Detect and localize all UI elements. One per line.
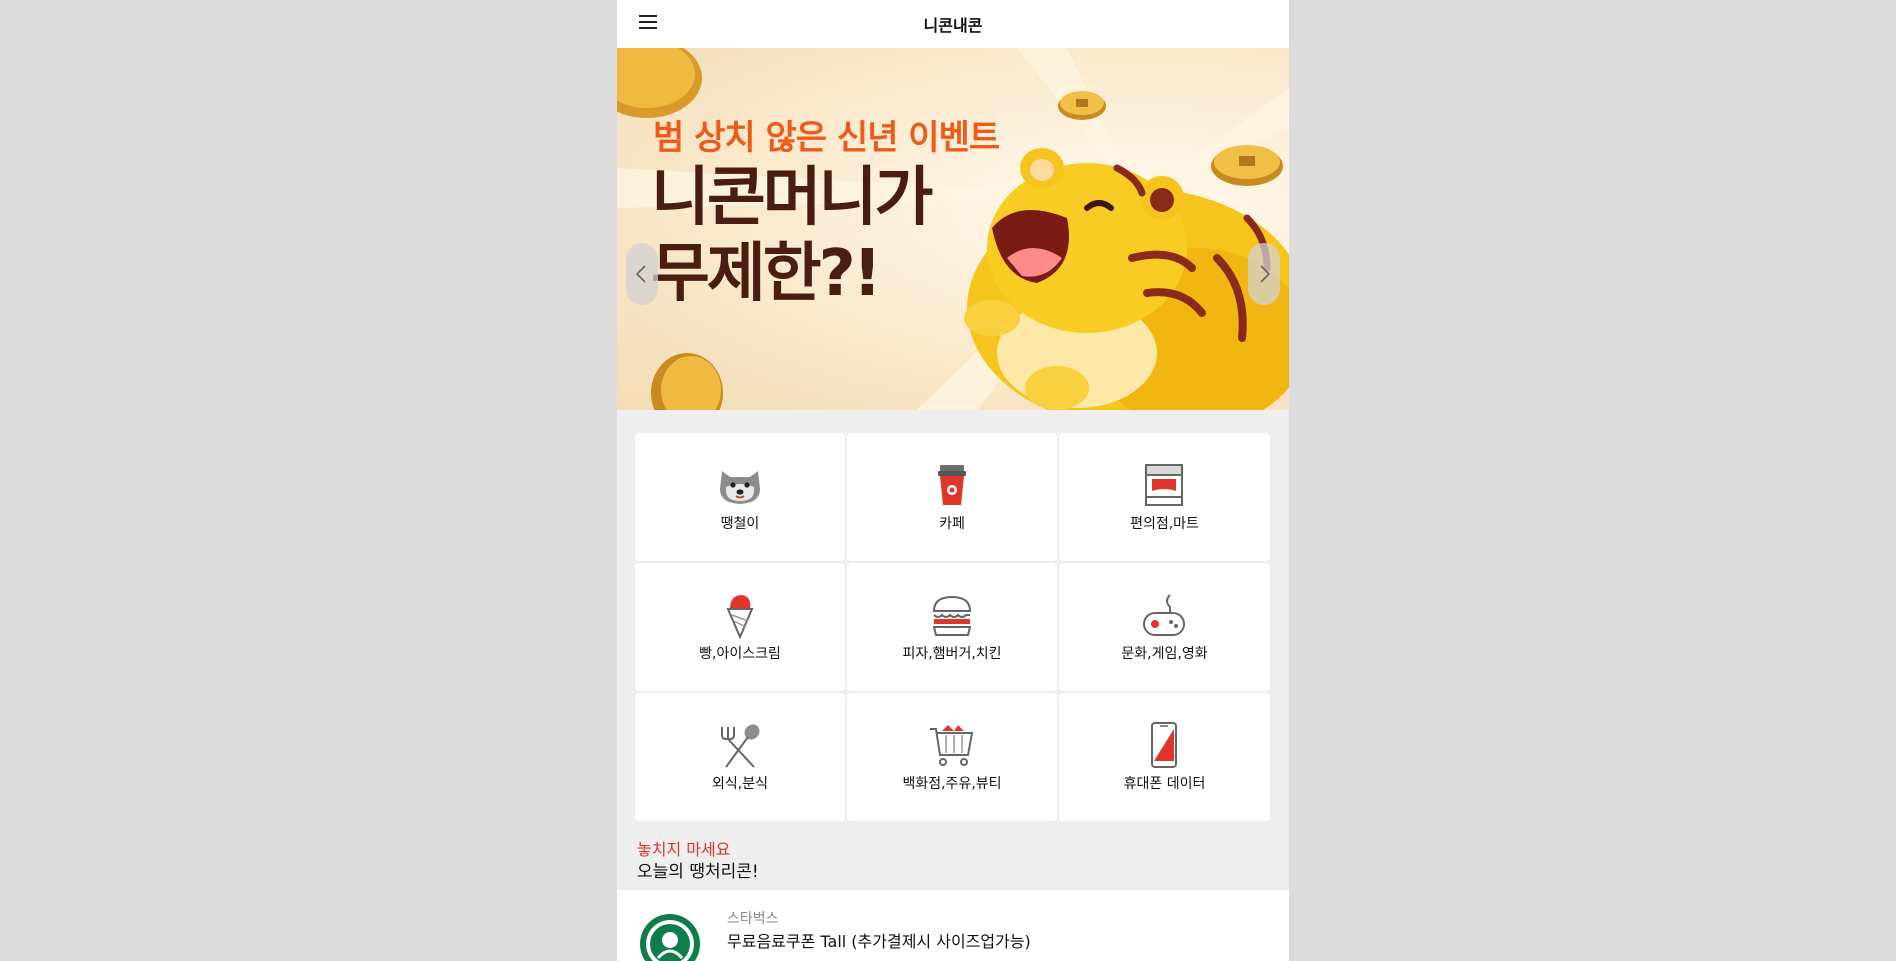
banner-headline-line1: 니콘머니가 bbox=[651, 161, 933, 235]
category-label: 문화,게임,영화 bbox=[1121, 646, 1208, 662]
ice-cream-icon bbox=[726, 595, 754, 639]
gamepad-icon bbox=[1143, 594, 1185, 636]
category-dining-snack[interactable]: 외식,분식 bbox=[635, 693, 845, 821]
chevron-right-icon bbox=[1260, 265, 1271, 283]
burger-icon bbox=[932, 595, 972, 636]
smartphone-icon bbox=[1151, 722, 1177, 768]
event-banner[interactable]: 범 상치 않은 신년 이벤트 니콘머니가 무제한?! bbox=[617, 48, 1289, 410]
fork-spoon-icon bbox=[721, 724, 760, 768]
app-screen: 니콘내콘 범 상치 않은 신년 이벤트 니콘머니가 무제한?! 땡철이 카페 편… bbox=[617, 0, 1289, 961]
deal-name: 무료음료쿠폰 Tall (추가결제시 사이즈업가능) bbox=[727, 932, 1031, 951]
promo-title: 오늘의 땡처리콘! bbox=[637, 862, 759, 882]
shopping-cart-icon bbox=[930, 725, 974, 766]
category-cafe[interactable]: 카페 bbox=[847, 433, 1057, 561]
category-label: 편의점,마트 bbox=[1130, 516, 1199, 532]
coffee-cup-icon bbox=[938, 465, 966, 505]
category-bakery-icecream[interactable]: 빵,아이스크림 bbox=[635, 563, 845, 691]
starbucks-logo-icon bbox=[640, 914, 700, 961]
deal-brand: 스타벅스 bbox=[727, 911, 779, 927]
category-label: 휴대폰 데이터 bbox=[1123, 776, 1206, 792]
category-culture-game-movie[interactable]: 문화,게임,영화 bbox=[1059, 563, 1270, 691]
tiger-illustration bbox=[964, 148, 1289, 410]
category-pizza-burger-chicken[interactable]: 피자,햄버거,치킨 bbox=[847, 563, 1057, 691]
app-title: 니콘내콘 bbox=[923, 16, 983, 35]
top-bar: 니콘내콘 bbox=[617, 0, 1289, 48]
category-ddaengcheol[interactable]: 땡철이 bbox=[635, 433, 845, 561]
category-label: 외식,분식 bbox=[712, 776, 768, 792]
chevron-left-icon bbox=[635, 265, 646, 283]
category-mobile-data[interactable]: 휴대폰 데이터 bbox=[1059, 693, 1270, 821]
banner-next-button[interactable] bbox=[1248, 243, 1280, 305]
deal-list-item[interactable]: 스타벅스 무료음료쿠폰 Tall (추가결제시 사이즈업가능) bbox=[617, 890, 1289, 961]
category-label: 백화점,주유,뷰티 bbox=[902, 776, 1002, 792]
banner-headline-line2: 무제한?! bbox=[651, 237, 882, 311]
category-label: 피자,햄버거,치킨 bbox=[902, 646, 1002, 662]
category-label: 빵,아이스크림 bbox=[699, 646, 781, 662]
category-label: 땡철이 bbox=[720, 516, 760, 532]
store-icon bbox=[1145, 464, 1183, 506]
banner-headline: 니콘머니가 무제한?! bbox=[651, 160, 933, 312]
coin-icon bbox=[617, 48, 702, 118]
category-convenience-store[interactable]: 편의점,마트 bbox=[1059, 433, 1270, 561]
dog-icon bbox=[720, 471, 760, 504]
banner-prev-button[interactable] bbox=[626, 243, 658, 305]
category-grid: 땡철이 카페 편의점,마트 빵,아이스크림 피자,햄버거,치킨 문화,게임,영화… bbox=[635, 433, 1273, 821]
category-department-gas-beauty[interactable]: 백화점,주유,뷰티 bbox=[847, 693, 1057, 821]
category-label: 카페 bbox=[939, 516, 965, 532]
